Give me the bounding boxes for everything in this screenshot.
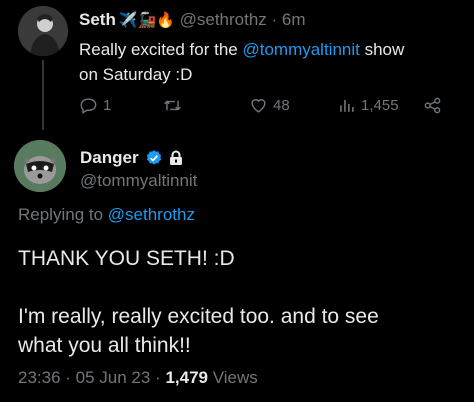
- replying-handle[interactable]: @sethrothz: [108, 205, 195, 224]
- views-icon: [340, 99, 354, 112]
- author-name[interactable]: Danger: [80, 148, 139, 168]
- tweet-thread: Seth ✈️🚂🔥 @sethrothz · 6m Really excited …: [0, 0, 474, 402]
- tweet-timestamp[interactable]: 23:36 · 05 Jun 23 ·: [18, 368, 165, 387]
- avatar[interactable]: [18, 6, 68, 56]
- reply-button[interactable]: 1: [79, 96, 111, 115]
- like-count: 48: [273, 97, 290, 114]
- tweet-text-line: I'm really, really excited too. and to s…: [18, 305, 379, 328]
- verified-badge-icon[interactable]: [145, 149, 163, 167]
- action-bar: 1 48 1,455: [79, 96, 449, 118]
- tweet-text-line: THANK YOU SETH! :D: [18, 247, 235, 270]
- views-count: 1,479: [165, 368, 208, 387]
- reply-count: 1: [103, 97, 112, 114]
- tweet-text-line: what you all think!!: [18, 334, 191, 357]
- retweet-icon: [164, 100, 181, 111]
- parent-tweet-header: Seth ✈️🚂🔥 @sethrothz · 6m: [79, 10, 306, 30]
- like-icon: [251, 99, 266, 113]
- retweet-button[interactable]: [163, 96, 182, 115]
- author-handle[interactable]: @tommyaltinnit: [80, 171, 197, 191]
- author-handle[interactable]: @sethrothz: [180, 10, 267, 29]
- text-suffix: show: [359, 40, 405, 59]
- avatar[interactable]: [14, 140, 66, 192]
- parent-tweet-text: Really excited for the @tommyaltinnit sh…: [79, 37, 459, 87]
- text-prefix: Really excited for the: [79, 40, 243, 59]
- mention-link[interactable]: @tommyaltinnit: [242, 40, 359, 59]
- parent-tweet[interactable]: Seth ✈️🚂🔥 @sethrothz · 6m Really excited …: [0, 0, 474, 130]
- views-button[interactable]: 1,455: [337, 96, 399, 115]
- time-separator: ·: [266, 10, 282, 29]
- views-label: Views: [207, 368, 258, 387]
- views-count: 1,455: [361, 97, 399, 114]
- share-button[interactable]: [423, 96, 442, 115]
- replying-to: Replying to @sethrothz: [18, 205, 195, 225]
- text-line2: on Saturday :D: [79, 65, 193, 84]
- thread-connector: [42, 60, 44, 130]
- tweet-meta: 23:36 · 05 Jun 23 · 1,479 Views: [18, 368, 258, 388]
- tweet-time[interactable]: 6m: [282, 10, 306, 29]
- lock-icon: [169, 150, 182, 165]
- author-name-row: Danger: [80, 148, 183, 168]
- name-emojis: ✈️🚂🔥: [118, 12, 175, 29]
- reply-icon: [80, 98, 97, 114]
- replying-label: Replying to: [18, 205, 108, 224]
- like-button[interactable]: 48: [249, 96, 290, 115]
- share-icon: [424, 97, 441, 114]
- author-name[interactable]: Seth: [79, 10, 116, 29]
